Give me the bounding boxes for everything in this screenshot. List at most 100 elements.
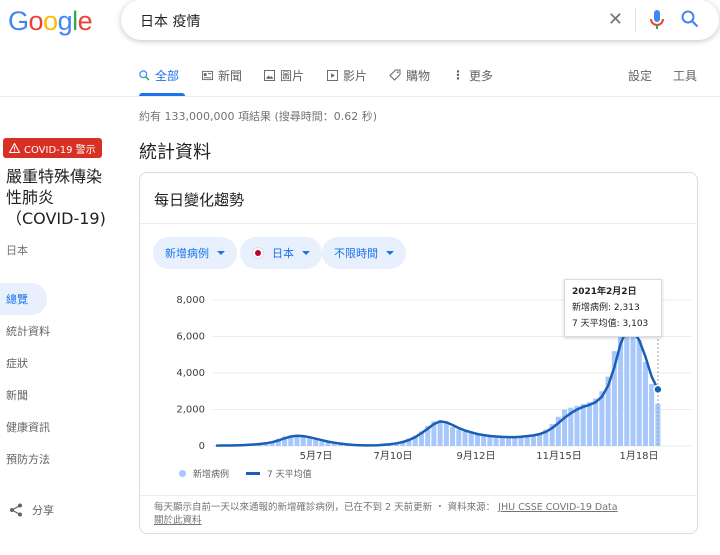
share-button[interactable]: 分享 [9, 502, 54, 518]
divider [635, 8, 636, 32]
tab-label: 新聞 [218, 68, 243, 83]
alert-label: COVID-19 警示 [24, 144, 96, 156]
legend-bars-label: 新增病例 [193, 470, 230, 480]
settings-label: 設定 [628, 68, 653, 83]
disease-title-line: 性肺炎 [6, 188, 55, 207]
tab-label: 影片 [343, 68, 368, 83]
footnote-text: 每天顯示自前一天以來通報的新增確診病例，已在不到 2 天前更新 ・ 資料來源： [154, 502, 496, 513]
case-bar [313, 439, 319, 446]
case-bar [474, 434, 480, 446]
case-bar [443, 423, 449, 446]
tooltip-average-value: 3,103 [622, 319, 649, 329]
covid-alert-badge[interactable]: COVID-19 警示 [3, 138, 102, 158]
tooltip-average-label: 7 天平均值 [572, 319, 617, 329]
case-bar [642, 362, 648, 446]
settings-link[interactable]: 設定 [628, 67, 652, 83]
search-icon [139, 69, 150, 81]
case-bar [294, 435, 300, 446]
x-tick-label: 1月18日 [619, 450, 658, 462]
case-bar [493, 436, 499, 446]
search-box[interactable]: 日本 疫情 ✕ [121, 0, 719, 40]
header-divider [0, 96, 720, 97]
tab-label: 更多 [469, 68, 494, 83]
tooltip-cases-label: 新增病例 [572, 303, 609, 313]
case-bar [636, 340, 642, 446]
case-bar [649, 383, 655, 446]
y-tick-label: 4,000 [176, 368, 205, 379]
y-tick-label: 0 [199, 441, 205, 452]
section-title: 統計資料 [139, 142, 211, 163]
chart-tooltip: 2021年2月2日 新增病例: 2,313 7 天平均值: 3,103 [564, 279, 662, 337]
tools-label: 工具 [673, 68, 698, 83]
x-tick-label: 11月15日 [536, 450, 581, 462]
tooltip-date: 2021年2月2日 [572, 287, 637, 297]
case-bar [456, 429, 462, 446]
case-bar [630, 318, 636, 446]
news-icon [202, 70, 213, 80]
warning-icon [9, 143, 20, 153]
hover-point [653, 384, 663, 395]
case-bar [580, 404, 586, 446]
y-tick-label: 2,000 [176, 405, 205, 416]
search-icon[interactable] [681, 10, 699, 32]
case-bar [468, 433, 474, 446]
trend-card: 每日變化趨勢 新增病例 日本 不限時間 8,000 6,000 4,000 2,000… [139, 172, 698, 534]
legend-line-label: 7 天平均值 [267, 470, 312, 480]
image-icon [264, 69, 275, 81]
legend-line-swatch [246, 472, 261, 475]
legend-bars-swatch [179, 470, 186, 477]
tab-all[interactable]: 全部 [139, 67, 179, 83]
search-tabs: 全部 新聞 圖片 影片 購物 ⋮ 更多 設定 工具 [139, 67, 720, 97]
case-bar [462, 431, 468, 446]
tab-shopping[interactable]: 購物 [389, 67, 430, 83]
disease-title-line: （COVID-19) [6, 209, 106, 228]
nav-statistics[interactable]: 統計資料 [0, 315, 130, 347]
tab-more[interactable]: ⋮ 更多 [452, 67, 493, 83]
tools-link[interactable]: 工具 [673, 67, 697, 83]
disease-title: 嚴重特殊傳染 性肺炎 （COVID-19) [6, 166, 118, 229]
case-bar [593, 398, 599, 446]
tab-label: 全部 [155, 68, 180, 83]
nav-prevention[interactable]: 預防方法 [0, 443, 130, 475]
tooltip-cases-value: 2,313 [613, 303, 640, 313]
country-label: 日本 [6, 244, 28, 257]
case-bar [300, 436, 306, 446]
case-bar [437, 420, 443, 446]
side-nav: 總覽 統計資料 症狀 新聞 健康資訊 預防方法 [0, 283, 130, 475]
case-bar [586, 402, 592, 446]
y-tick-label: 8,000 [176, 295, 205, 306]
data-source-link[interactable]: JHU CSSE COVID-19 Data [498, 502, 617, 513]
about-data-link[interactable]: 關於此資料 [154, 515, 202, 526]
nav-overview[interactable]: 總覽 [0, 283, 47, 315]
case-bar [450, 426, 456, 446]
clear-icon[interactable]: ✕ [608, 9, 623, 30]
case-bar [306, 438, 312, 446]
nav-symptoms[interactable]: 症狀 [0, 347, 130, 379]
google-logo[interactable]: Google [8, 6, 93, 37]
x-tick-label: 9月12日 [456, 450, 495, 462]
result-stats: 約有 133,000,000 項結果 (搜尋時間：0.62 秒) [139, 110, 378, 123]
tab-label: 圖片 [280, 68, 305, 83]
tab-videos[interactable]: 影片 [327, 67, 367, 83]
y-tick-label: 6,000 [176, 332, 205, 343]
case-bar [499, 437, 505, 446]
video-icon [327, 69, 338, 81]
share-icon [10, 503, 22, 517]
tag-icon [389, 69, 401, 81]
more-icon: ⋮ [452, 68, 464, 82]
search-input[interactable]: 日本 疫情 [140, 11, 200, 31]
share-label: 分享 [32, 504, 54, 517]
case-bar [487, 436, 493, 446]
divider [140, 495, 697, 496]
chart-legend: 新增病例 7 天平均值 [179, 467, 312, 480]
case-bar [506, 437, 512, 446]
nav-health-info[interactable]: 健康資訊 [0, 411, 130, 443]
tab-label: 購物 [406, 68, 431, 83]
data-footnote: 每天顯示自前一天以來通報的新增確診病例，已在不到 2 天前更新 ・ 資料來源： … [154, 501, 674, 527]
nav-news[interactable]: 新聞 [0, 379, 130, 411]
microphone-icon[interactable] [650, 10, 664, 34]
case-bar [319, 441, 325, 446]
tooltip-cases: 新增病例: 2,313 [572, 303, 640, 313]
tab-images[interactable]: 圖片 [264, 67, 304, 83]
tab-news[interactable]: 新聞 [202, 67, 242, 83]
